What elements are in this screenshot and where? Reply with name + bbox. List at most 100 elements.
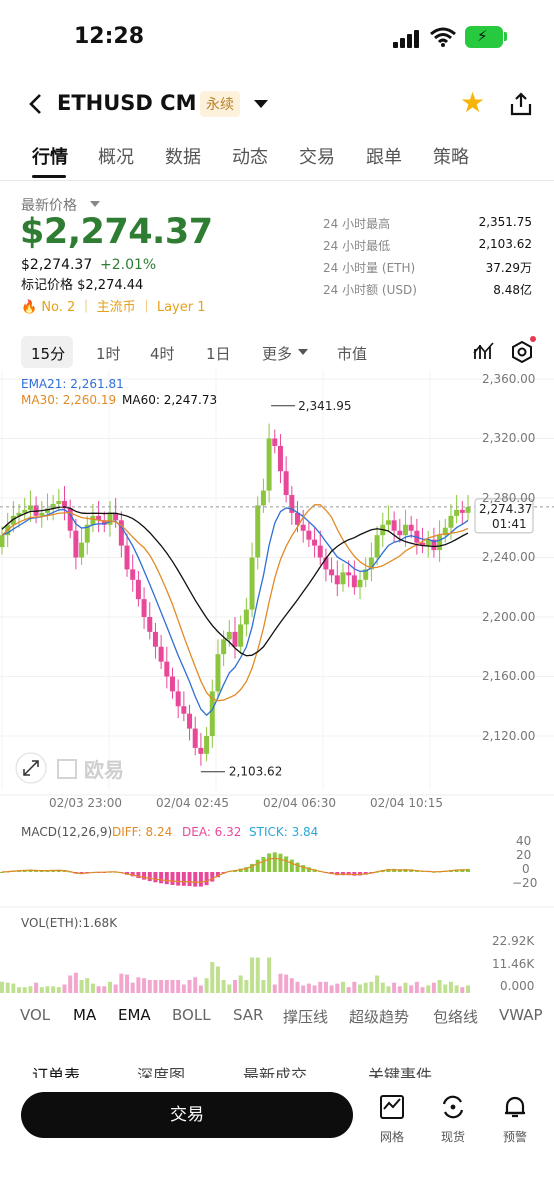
volume-bar bbox=[204, 978, 209, 993]
indicator-tab-vol[interactable]: VOL bbox=[20, 1006, 50, 1024]
trade-button[interactable]: 交易 bbox=[21, 1092, 353, 1138]
volume-bar bbox=[289, 978, 294, 993]
stat-value-volume: 37.29万 bbox=[485, 261, 532, 275]
macd-bar bbox=[142, 872, 147, 880]
volume-bar bbox=[414, 981, 419, 993]
volume-bar bbox=[136, 977, 141, 993]
tab-orderbook[interactable]: 订单表 bbox=[32, 1062, 80, 1078]
indicator-tab-ema[interactable]: EMA bbox=[118, 1006, 151, 1024]
y-tick: 2,160.00 bbox=[482, 669, 536, 683]
indicator-tab-support-resistance[interactable]: 撑压线 bbox=[283, 1006, 328, 1027]
macd-tick: 20 bbox=[516, 848, 532, 862]
volume-bar bbox=[5, 982, 10, 993]
indicator-tab-sar[interactable]: SAR bbox=[233, 1006, 263, 1024]
volume-bar bbox=[142, 978, 147, 993]
okx-watermark: 欧易 bbox=[84, 758, 124, 782]
indicator-tab-boll[interactable]: BOLL bbox=[172, 1006, 211, 1024]
candle bbox=[459, 509, 465, 513]
spot-label: 现货 bbox=[440, 1130, 465, 1144]
spot-swap-icon[interactable] bbox=[440, 1094, 466, 1120]
alert-label: 预警 bbox=[502, 1130, 527, 1144]
volume-bar bbox=[420, 987, 425, 993]
tab-latest-trades[interactable]: 最新成交 bbox=[243, 1062, 307, 1078]
macd-bar bbox=[267, 853, 272, 872]
candle bbox=[232, 631, 238, 647]
coin-tags[interactable]: 🔥 No. 2 ｜ 主流币 ｜ Layer 1 bbox=[21, 296, 206, 315]
share-icon[interactable] bbox=[509, 92, 533, 116]
indicator-icon[interactable] bbox=[473, 341, 495, 361]
volume-bar bbox=[119, 973, 124, 993]
indicator-tab-vwap[interactable]: VWAP bbox=[499, 1006, 543, 1024]
candle bbox=[27, 505, 33, 510]
tab-depth[interactable]: 深度图 bbox=[137, 1062, 185, 1078]
caret-down-icon[interactable] bbox=[298, 349, 308, 355]
timeframe-more[interactable]: 更多 bbox=[262, 343, 292, 364]
volume-bar bbox=[403, 982, 408, 993]
back-icon[interactable] bbox=[26, 92, 46, 116]
macd-bar bbox=[272, 852, 277, 872]
volume-bar bbox=[261, 980, 266, 993]
volume-bar bbox=[62, 984, 67, 993]
macd-bar bbox=[289, 859, 294, 872]
kline-chart[interactable]: 2,341.95 2,103.62 2,274.37 01:41 欧易 bbox=[0, 370, 554, 1000]
volume-bar bbox=[323, 981, 328, 993]
macd-bar bbox=[181, 872, 186, 886]
macd-bar bbox=[284, 856, 289, 872]
alert-bell-icon[interactable] bbox=[502, 1094, 528, 1120]
volume-bar bbox=[215, 966, 220, 993]
tab-key-events[interactable]: 关键事件 bbox=[368, 1062, 432, 1078]
stat-label-high: 24 小时最高 bbox=[323, 217, 391, 231]
volume-bar bbox=[346, 987, 351, 993]
timeframe-1d[interactable]: 1日 bbox=[206, 343, 231, 364]
volume-bar bbox=[193, 977, 198, 993]
caret-down-icon[interactable] bbox=[90, 201, 100, 207]
tab-strategy[interactable]: 策略 bbox=[433, 143, 469, 169]
tab-overview[interactable]: 概况 bbox=[98, 143, 134, 169]
tab-feed[interactable]: 动态 bbox=[232, 143, 268, 169]
volume-bar bbox=[17, 987, 22, 993]
volume-bar bbox=[380, 982, 385, 993]
volume-bar bbox=[386, 986, 391, 993]
volume-bar bbox=[170, 980, 175, 993]
timeframe-4h[interactable]: 4时 bbox=[150, 343, 175, 364]
candle bbox=[340, 572, 346, 585]
macd-bar bbox=[176, 872, 181, 886]
volume-bar bbox=[397, 986, 402, 993]
instrument-title[interactable]: ETHUSD CM bbox=[57, 91, 196, 115]
volume-bar bbox=[409, 985, 414, 993]
indicator-tab-supertrend[interactable]: 超级趋势 bbox=[349, 1006, 409, 1027]
volume-bar bbox=[39, 987, 44, 993]
tab-copy-trading[interactable]: 跟单 bbox=[366, 143, 402, 169]
indicator-tab-envelope[interactable]: 包络线 bbox=[433, 1006, 478, 1027]
candle bbox=[334, 575, 340, 585]
legend-ma30: MA30: 2,260.19 bbox=[21, 393, 117, 407]
volume-bar bbox=[340, 981, 345, 993]
volume-bar bbox=[272, 984, 277, 993]
y-tick: 2,360.00 bbox=[482, 372, 536, 386]
favorite-star-icon[interactable]: ★ bbox=[460, 89, 485, 117]
candle bbox=[198, 747, 204, 754]
vol-label: VOL(ETH):1.68K bbox=[21, 916, 118, 930]
settings-hex-icon[interactable] bbox=[511, 341, 533, 363]
tab-market[interactable]: 行情 bbox=[32, 143, 68, 169]
timeframe-market-cap[interactable]: 市值 bbox=[337, 343, 367, 364]
tab-data[interactable]: 数据 bbox=[165, 143, 201, 169]
volume-bar bbox=[90, 983, 95, 993]
volume-bar bbox=[113, 984, 118, 993]
indicator-tab-ma[interactable]: MA bbox=[73, 1006, 96, 1024]
volume-bar bbox=[238, 975, 243, 993]
candle bbox=[408, 524, 414, 531]
timeframe-15m[interactable]: 15分 bbox=[31, 343, 65, 364]
timeframe-1h[interactable]: 1时 bbox=[96, 343, 121, 364]
chevron-down-icon[interactable] bbox=[254, 100, 268, 108]
candle bbox=[215, 654, 221, 692]
candle bbox=[255, 505, 261, 558]
x-tick: 02/04 10:15 bbox=[370, 796, 443, 810]
candle bbox=[124, 545, 130, 570]
tab-trade[interactable]: 交易 bbox=[299, 143, 335, 169]
grid-bot-icon[interactable] bbox=[379, 1094, 405, 1120]
candle bbox=[306, 530, 312, 540]
volume-bar bbox=[466, 985, 470, 993]
volume-bar bbox=[56, 987, 61, 993]
chart-canvas[interactable]: 2,341.952,103.622,274.3701:41欧易 bbox=[0, 370, 554, 1000]
